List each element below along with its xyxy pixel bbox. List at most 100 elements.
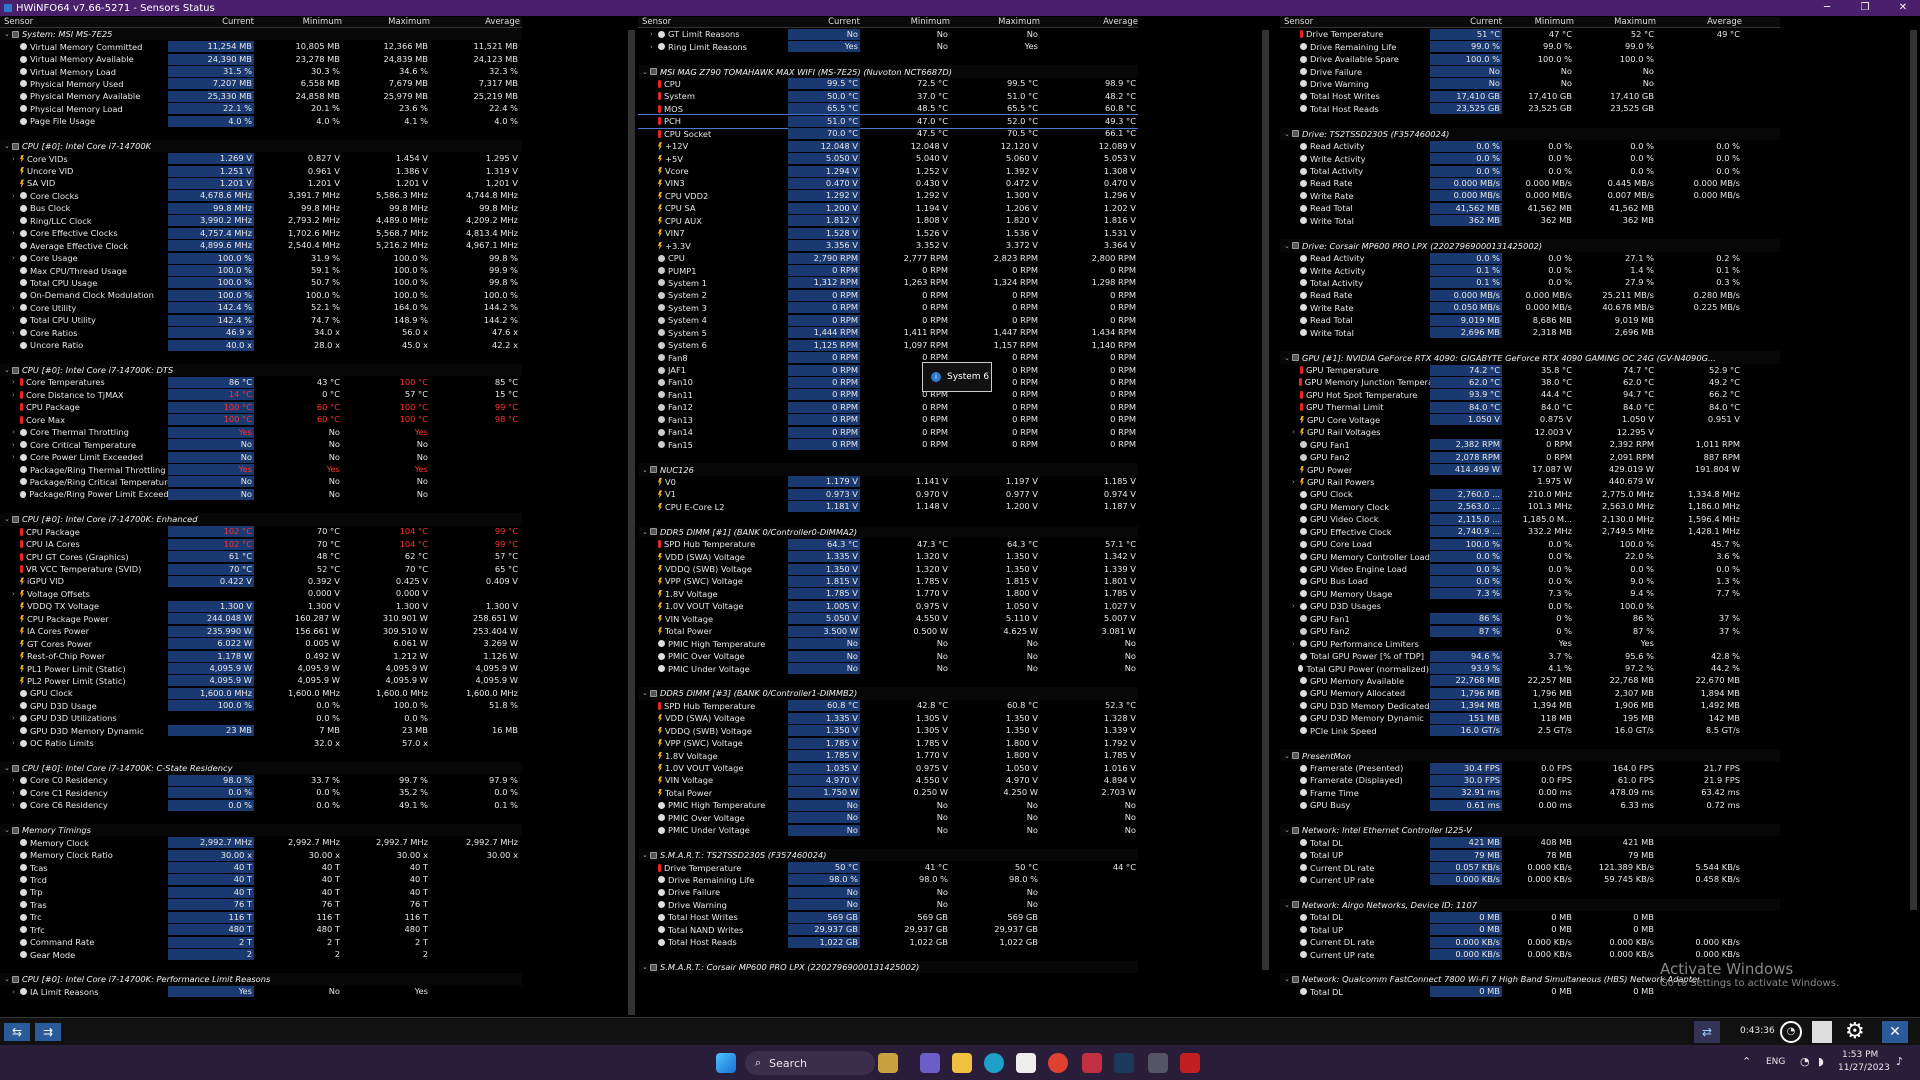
sensor-row[interactable]: PCIe Link Speed 16.0 GT/s 2.5 GT/s 16.0 GT/… — [1280, 725, 1780, 737]
collapse-chevron-icon[interactable]: ⌄ — [1284, 826, 1290, 834]
scrollbar-left[interactable] — [628, 30, 635, 1015]
sensor-row[interactable]: GPU Core Load 100.0 % 0.0 % 100.0 % 45.7 % — [1280, 538, 1780, 550]
sensor-row[interactable]: › Ring Limit Reasons Yes No Yes — [638, 40, 1138, 53]
wifi-icon[interactable]: ◔ — [1800, 1055, 1810, 1068]
collapse-chevron-icon[interactable]: ⌄ — [4, 142, 10, 150]
sensor-row[interactable]: Trp 40 T 40 T 40 T — [0, 886, 522, 898]
sensor-row[interactable]: Memory Clock 2,992.7 MHz 2,992.7 MHz 2,992.… — [0, 836, 522, 849]
sensor-row[interactable]: › Core Usage 100.0 % 31.9 % 100.0 % 99.8 % — [0, 252, 522, 264]
sensor-row[interactable]: Memory Clock Ratio 30.00 x 30.00 x 30.00 x3… — [0, 849, 522, 861]
nav-forward-icon[interactable]: ⇉ — [35, 1023, 61, 1041]
expand-chevron-icon[interactable]: › — [12, 776, 18, 784]
sensor-row[interactable]: Trc 116 T 116 T 116 T — [0, 911, 522, 923]
sensor-row[interactable]: Current DL rate 0.057 KB/s 0.000 KB/s 121.3… — [1280, 861, 1780, 874]
sensor-group-header[interactable]: ⌄ Drive: TS2TSSD230S (F357460024) — [1280, 127, 1780, 140]
steam-icon[interactable] — [1114, 1053, 1134, 1073]
sensor-row[interactable]: Fan8 0 RPM 0 RPM 0 RPM 0 RPM — [638, 351, 1138, 364]
sensor-row[interactable]: Total NAND Writes 29,937 GB 29,937 GB 29,93… — [638, 924, 1138, 936]
network-icon[interactable]: ⇄ — [1694, 1021, 1720, 1043]
sensor-row[interactable]: PMIC Under Voltage No No No No — [638, 824, 1138, 836]
collapse-chevron-icon[interactable]: ⌄ — [4, 30, 10, 38]
sensor-row[interactable]: Frame Time 32.91 ms 0.00 ms 478.09 ms 63.42 … — [1280, 787, 1780, 799]
header-minimum[interactable]: Minimum — [256, 17, 342, 28]
header-current[interactable]: Current — [1430, 17, 1502, 28]
expand-chevron-icon[interactable]: › — [12, 441, 18, 449]
sensor-row[interactable]: VDD (SWA) Voltage 1.335 V 1.305 V 1.350 V 1.… — [638, 712, 1138, 724]
header-average[interactable]: Average — [432, 17, 520, 28]
sensor-row[interactable]: › GPU Performance Limiters Yes Yes — [1280, 637, 1780, 649]
sensor-group-header[interactable]: ⌄ Network: Airgo Networks, Device ID: 110… — [1280, 898, 1780, 912]
sensor-row[interactable]: Total GPU Power [% of TDP] 94.6 % 3.7 % 95.… — [1280, 650, 1780, 662]
widgets-icon[interactable] — [878, 1053, 898, 1073]
sensor-row[interactable]: Vcore 1.294 V 1.252 V 1.392 V 1.308 V — [638, 165, 1138, 177]
search-box[interactable]: ⌕ Search — [745, 1051, 875, 1075]
sensor-row[interactable]: PCH 51.0 °C 47.0 °C 52.0 °C 49.3 °C — [638, 114, 1138, 129]
expand-chevron-icon[interactable]: › — [1292, 602, 1298, 610]
sensor-row[interactable]: VIN Voltage 5.050 V 4.550 V 5.110 V 5.007 V — [638, 613, 1138, 625]
start-icon[interactable] — [716, 1053, 736, 1073]
expand-chevron-icon[interactable]: › — [12, 229, 18, 237]
sensor-row[interactable]: GPU Fan1 86 % 0 % 86 % 37 % — [1280, 613, 1780, 625]
sensor-row[interactable]: Total Activity 0.1 % 0.0 % 27.9 % 0.3 % — [1280, 277, 1780, 289]
sensor-row[interactable]: › Core Utility 142.4 % 52.1 % 164.0 % 144.2 % — [0, 302, 522, 314]
collapse-chevron-icon[interactable]: ⌄ — [1284, 901, 1290, 909]
sensor-row[interactable]: Total CPU Utility 142.4 % 74.7 % 148.9 % 144… — [0, 314, 522, 326]
sensor-group-header[interactable]: ⌄ DDR5 DIMM [#1] (BANK 0/Controller0-DIMM… — [638, 525, 1138, 538]
sensor-row[interactable]: CPU E-Core L2 1.181 V 1.148 V 1.200 V 1.187 … — [638, 501, 1138, 513]
header-sensor[interactable]: Sensor — [1284, 17, 1313, 28]
collapse-chevron-icon[interactable]: ⌄ — [1284, 354, 1290, 362]
sensor-row[interactable]: › OC Ratio Limits 32.0 x 57.0 x — [0, 737, 522, 749]
file-explorer-icon[interactable] — [952, 1053, 972, 1073]
sensor-row[interactable]: Current DL rate 0.000 KB/s 0.000 KB/s 0.000… — [1280, 936, 1780, 948]
sensor-row[interactable]: SPD Hub Temperature 64.3 °C 47.3 °C 64.3 °C… — [638, 538, 1138, 550]
sensor-row[interactable]: Gear Mode 2 2 2 — [0, 948, 522, 961]
sensor-row[interactable]: CPU Socket 70.0 °C 47.5 °C 70.5 °C 66.1 °C — [638, 128, 1138, 140]
sensor-group-header[interactable]: ⌄ CPU [#0]: Intel Core i7-14700K: Enhance… — [0, 513, 522, 526]
collapse-chevron-icon[interactable]: ⌄ — [4, 975, 10, 983]
sensor-row[interactable]: GPU Bus Load 0.0 % 0.0 % 9.0 % 1.3 % — [1280, 575, 1780, 587]
collapse-chevron-icon[interactable]: ⌄ — [1284, 130, 1290, 138]
sensor-row[interactable]: System 40 RPM 0 RPM 0 RPM 0 RPM — [638, 314, 1138, 326]
expand-chevron-icon[interactable]: › — [12, 378, 18, 386]
sensor-row[interactable]: Physical Memory Load 22.1 % 20.1 % 23.6 % 22… — [0, 103, 522, 115]
close-sensors-icon[interactable]: ✕ — [1882, 1021, 1908, 1043]
sensor-row[interactable]: Read Total 9,019 MB 8,686 MB 9,019 MB — [1280, 314, 1780, 326]
sensor-row[interactable]: GPU Memory Available 22,768 MB 22,257 MB 22… — [1280, 675, 1780, 687]
sensor-row[interactable]: Read Activity 0.0 % 0.0 % 27.1 % 0.2 % — [1280, 252, 1780, 264]
sensor-row[interactable]: Current UP rate 0.000 KB/s 0.000 KB/s 59.74… — [1280, 874, 1780, 886]
sensor-row[interactable]: GPU Thermal Limit 84.0 °C 84.0 °C 84.0 °C 84… — [1280, 401, 1780, 413]
sensor-row[interactable]: GPU Fan2 87 % 0 % 87 % 37 % — [1280, 625, 1780, 637]
sensor-row[interactable]: Read Rate 0.000 MB/s 0.000 MB/s 0.445 MB/s 0… — [1280, 177, 1780, 189]
expand-chevron-icon[interactable]: › — [12, 254, 18, 262]
sensor-row[interactable]: +3.3V 3.356 V 3.352 V 3.372 V 3.364 V — [638, 239, 1138, 252]
sensor-row[interactable]: iGPU VID 0.422 V 0.392 V 0.425 V 0.409 V — [0, 575, 522, 587]
sensor-row[interactable]: Total GPU Power (normalized) [% of TDP]9… — [1280, 662, 1780, 675]
sensor-row[interactable]: CPU SA 1.200 V 1.194 V 1.206 V 1.202 V — [638, 202, 1138, 214]
sensor-row[interactable]: Virtual Memory Committed 11,254 MB 10,805 … — [0, 40, 522, 53]
sensor-group-header[interactable]: ⌄ Network: Intel Ethernet Controller I225… — [1280, 824, 1780, 837]
sensor-row[interactable]: Fan15 0 RPM 0 RPM 0 RPM 0 RPM — [638, 438, 1138, 451]
sensor-row[interactable]: Tras 76 T 76 T 76 T — [0, 899, 522, 911]
sensor-row[interactable]: +5V 5.050 V 5.040 V 5.060 V 5.053 V — [638, 152, 1138, 165]
sensor-group-header[interactable]: ⌄ S.M.A.R.T.: Corsair MP600 PRO LPX (2202… — [638, 960, 1138, 974]
sensor-row[interactable]: Total Host Reads 1,022 GB 1,022 GB 1,022 GB — [638, 936, 1138, 948]
sensor-row[interactable]: GPU Clock 1,600.0 MHz 1,600.0 MHz 1,600.0 M… — [0, 687, 522, 699]
sensor-row[interactable]: Physical Memory Used 7,207 MB 6,558 MB 7,67… — [0, 78, 522, 90]
sensor-row[interactable]: Trfc 480 T 480 T 480 T — [0, 924, 522, 936]
sensor-row[interactable]: VDDQ TX Voltage 1.300 V 1.300 V 1.300 V 1.30… — [0, 600, 522, 612]
sensor-group-header[interactable]: ⌄ CPU [#0]: Intel Core i7-14700K: DTS — [0, 363, 522, 377]
sensor-row[interactable]: Total Host Writes 17,410 GB 17,410 GB 17,41… — [1280, 90, 1780, 102]
sensor-row[interactable]: PMIC Under Voltage No No No No — [638, 662, 1138, 675]
sensor-row[interactable]: CPU 99.5 °C 72.5 °C 99.5 °C 98.9 °C — [638, 78, 1138, 90]
sensor-row[interactable]: PMIC Over Voltage No No No No — [638, 812, 1138, 824]
sensor-row[interactable]: GPU Memory Junction Temperature62.0 °C38… — [1280, 376, 1780, 388]
expand-chevron-icon[interactable]: › — [12, 453, 18, 461]
sensor-row[interactable]: PMIC Over Voltage No No No No — [638, 650, 1138, 662]
sensor-row[interactable]: Total DL 421 MB 408 MB 421 MB — [1280, 836, 1780, 849]
sensor-row[interactable]: GPU Clock 2,760.0 ... 210.0 MHz 2,775.0 MHz… — [1280, 488, 1780, 500]
sensor-row[interactable]: Write Total 362 MB 362 MB 362 MB — [1280, 215, 1780, 227]
sensor-row[interactable]: GPU Memory Controller Load 0.0 % 0.0 % 22.0… — [1280, 550, 1780, 563]
collapse-chevron-icon[interactable]: ⌄ — [1284, 242, 1290, 250]
expand-chevron-icon[interactable]: › — [12, 988, 18, 996]
sensor-row[interactable]: GPU Core Voltage 1.050 V 0.875 V 1.050 V 0.9… — [1280, 414, 1780, 426]
